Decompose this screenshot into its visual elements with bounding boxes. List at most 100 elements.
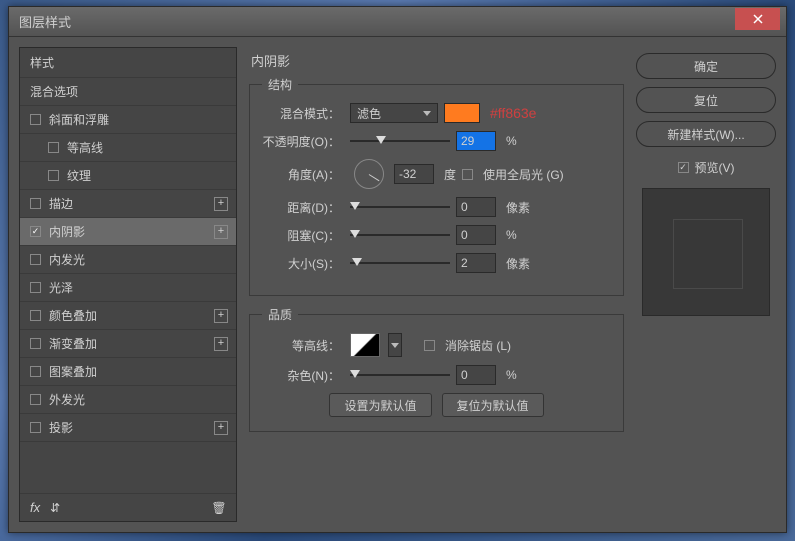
sidebar-checkbox[interactable] xyxy=(48,142,59,153)
preview-toggle[interactable]: 预览(V) xyxy=(636,159,776,176)
sidebar-checkbox[interactable] xyxy=(30,338,41,349)
angle-label: 角度(A)： xyxy=(262,166,340,183)
sidebar-item-label: 纹理 xyxy=(67,167,91,184)
sidebar-item-10[interactable]: 外发光 xyxy=(20,386,236,414)
reset-default-button[interactable]: 复位为默认值 xyxy=(442,393,544,417)
sidebar-item-9[interactable]: 图案叠加 xyxy=(20,358,236,386)
sidebar-checkbox[interactable] xyxy=(30,422,41,433)
sidebar-item-2[interactable]: 纹理 xyxy=(20,162,236,190)
quality-legend: 品质 xyxy=(262,306,298,323)
angle-unit: 度 xyxy=(444,166,456,183)
fx-icon[interactable]: fx xyxy=(30,500,40,515)
sidebar-checkbox[interactable] xyxy=(30,114,41,125)
opacity-input[interactable]: 29 xyxy=(456,131,496,151)
ok-button[interactable]: 确定 xyxy=(636,53,776,79)
sidebar-item-1[interactable]: 等高线 xyxy=(20,134,236,162)
antialias-label: 消除锯齿 (L) xyxy=(445,337,511,354)
distance-unit: 像素 xyxy=(506,199,530,216)
sidebar-footer: fx ⇵ 🗑 xyxy=(20,493,236,521)
sidebar-item-0[interactable]: 斜面和浮雕 xyxy=(20,106,236,134)
contour-dropdown[interactable] xyxy=(388,333,402,357)
global-light-label: 使用全局光 (G) xyxy=(483,166,564,183)
sidebar-checkbox[interactable] xyxy=(30,366,41,377)
sidebar-item-label: 光泽 xyxy=(49,279,73,296)
sidebar-item-label: 投影 xyxy=(49,419,73,436)
sidebar-checkbox[interactable] xyxy=(30,226,41,237)
right-panel: 确定 复位 新建样式(W)... 预览(V) xyxy=(636,47,776,522)
distance-label: 距离(D)： xyxy=(262,199,340,216)
sidebar-item-4[interactable]: 内阴影 + xyxy=(20,218,236,246)
sidebar-item-8[interactable]: 渐变叠加 + xyxy=(20,330,236,358)
angle-dial[interactable] xyxy=(354,159,384,189)
opacity-unit: % xyxy=(506,134,517,148)
distance-slider[interactable] xyxy=(350,200,450,214)
blend-mode-label: 混合模式： xyxy=(262,105,340,122)
size-slider[interactable] xyxy=(350,256,450,270)
sidebar-item-11[interactable]: 投影 + xyxy=(20,414,236,442)
noise-label: 杂色(N)： xyxy=(262,367,340,384)
sidebar-item-label: 描边 xyxy=(49,195,73,212)
make-default-button[interactable]: 设置为默认值 xyxy=(329,393,431,417)
sidebar-item-3[interactable]: 描边 + xyxy=(20,190,236,218)
close-icon xyxy=(753,14,763,24)
styles-sidebar: 样式 混合选项 斜面和浮雕等高线纹理描边 + 内阴影 + 内发光光泽颜色叠加 + 渐变叠加 +… xyxy=(19,47,237,522)
sidebar-item-label: 图案叠加 xyxy=(49,363,97,380)
sidebar-item-label: 内发光 xyxy=(49,251,85,268)
sidebar-item-label: 渐变叠加 xyxy=(49,335,97,352)
panel-title: 内阴影 xyxy=(249,51,624,70)
sidebar-header: 样式 xyxy=(20,48,236,78)
layer-style-dialog: 图层样式 样式 混合选项 斜面和浮雕等高线纹理描边 + 内阴影 + 内发光光泽颜色叠加 +… xyxy=(8,6,787,533)
sidebar-checkbox[interactable] xyxy=(30,198,41,209)
contour-picker[interactable] xyxy=(350,333,380,357)
global-light-checkbox[interactable] xyxy=(462,169,473,180)
sidebar-checkbox[interactable] xyxy=(30,310,41,321)
sidebar-item-label: 颜色叠加 xyxy=(49,307,97,324)
cancel-button[interactable]: 复位 xyxy=(636,87,776,113)
sidebar-checkbox[interactable] xyxy=(48,170,59,181)
sidebar-item-label: 外发光 xyxy=(49,391,85,408)
sidebar-checkbox[interactable] xyxy=(30,282,41,293)
sidebar-blending-options[interactable]: 混合选项 xyxy=(20,78,236,106)
sidebar-item-6[interactable]: 光泽 xyxy=(20,274,236,302)
preview-checkbox[interactable] xyxy=(678,162,689,173)
angle-input[interactable]: -32 xyxy=(394,164,434,184)
add-effect-icon[interactable]: + xyxy=(214,337,228,351)
choke-label: 阻塞(C)： xyxy=(262,227,340,244)
size-input[interactable]: 2 xyxy=(456,253,496,273)
sidebar-checkbox[interactable] xyxy=(30,254,41,265)
sidebar-item-label: 内阴影 xyxy=(49,223,85,240)
sidebar-item-5[interactable]: 内发光 xyxy=(20,246,236,274)
sidebar-item-7[interactable]: 颜色叠加 + xyxy=(20,302,236,330)
choke-input[interactable]: 0 xyxy=(456,225,496,245)
chevron-up-down-icon[interactable]: ⇵ xyxy=(48,501,62,515)
distance-input[interactable]: 0 xyxy=(456,197,496,217)
opacity-slider[interactable] xyxy=(350,134,450,148)
close-button[interactable] xyxy=(735,8,780,30)
opacity-label: 不透明度(O)： xyxy=(262,133,340,150)
contour-label: 等高线： xyxy=(262,337,340,354)
add-effect-icon[interactable]: + xyxy=(214,309,228,323)
blend-mode-select[interactable]: 滤色 xyxy=(350,103,438,123)
sidebar-item-label: 等高线 xyxy=(67,139,103,156)
structure-legend: 结构 xyxy=(262,76,298,93)
add-effect-icon[interactable]: + xyxy=(214,197,228,211)
size-unit: 像素 xyxy=(506,255,530,272)
choke-slider[interactable] xyxy=(350,228,450,242)
add-effect-icon[interactable]: + xyxy=(214,225,228,239)
color-hex: #ff863e xyxy=(490,105,536,121)
sidebar-checkbox[interactable] xyxy=(30,394,41,405)
preview-box xyxy=(642,188,770,316)
trash-icon[interactable]: 🗑 xyxy=(212,501,226,515)
size-label: 大小(S)： xyxy=(262,255,340,272)
antialias-checkbox[interactable] xyxy=(424,340,435,351)
noise-input[interactable]: 0 xyxy=(456,365,496,385)
settings-panel: 内阴影 结构 混合模式： 滤色 #ff863e 不透明度(O)： 29 % 角度… xyxy=(245,47,628,522)
noise-slider[interactable] xyxy=(350,368,450,382)
structure-group: 结构 混合模式： 滤色 #ff863e 不透明度(O)： 29 % 角度(A)：… xyxy=(249,76,624,296)
window-title: 图层样式 xyxy=(15,12,735,31)
add-effect-icon[interactable]: + xyxy=(214,421,228,435)
titlebar[interactable]: 图层样式 xyxy=(9,7,786,37)
color-swatch[interactable] xyxy=(444,103,480,123)
choke-unit: % xyxy=(506,228,517,242)
new-style-button[interactable]: 新建样式(W)... xyxy=(636,121,776,147)
